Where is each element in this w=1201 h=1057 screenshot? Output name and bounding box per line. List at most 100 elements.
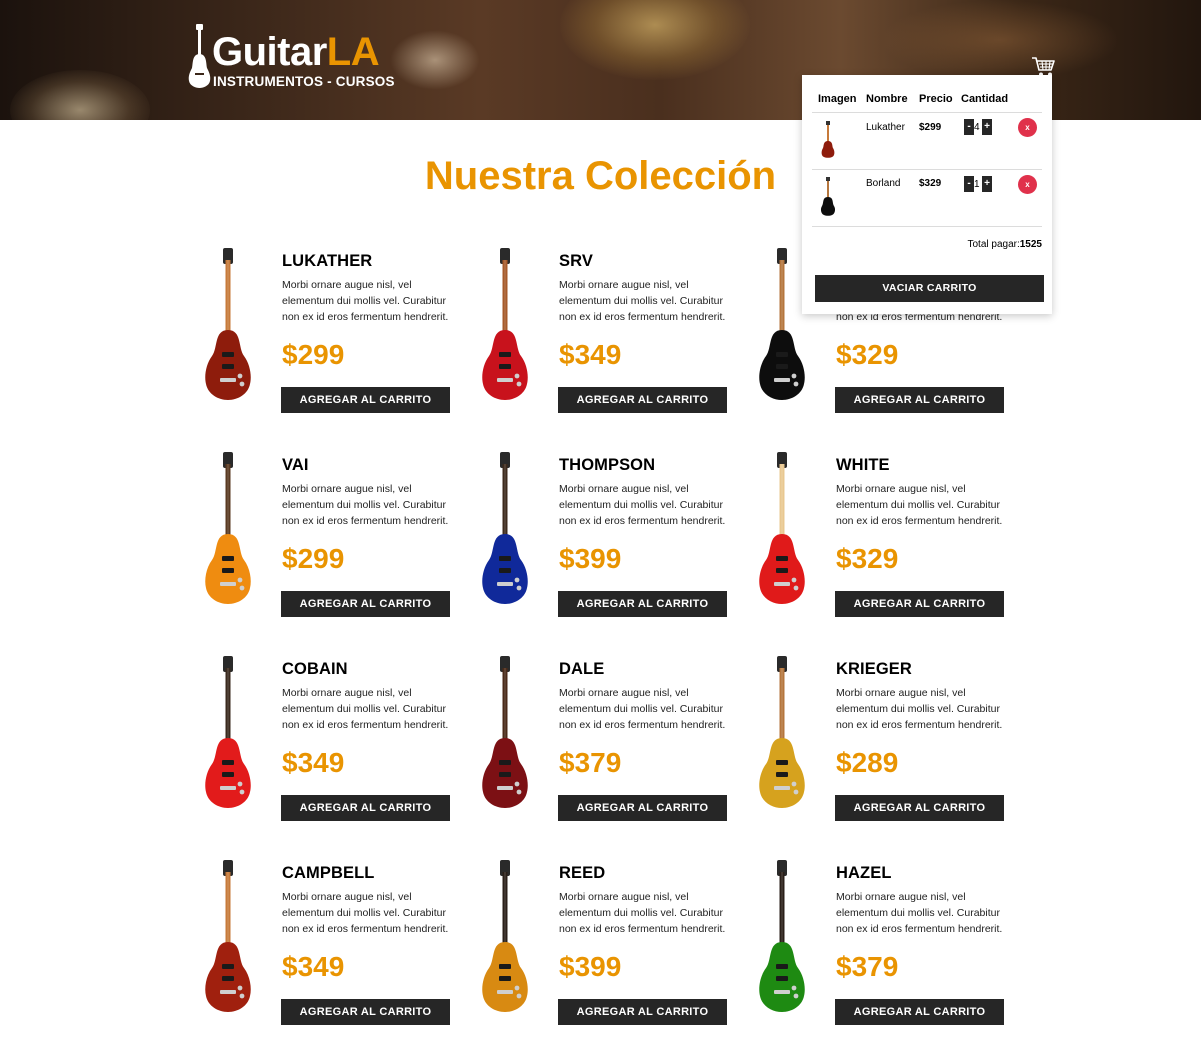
- add-to-cart-button[interactable]: AGREGAR AL CARRITO: [281, 999, 450, 1025]
- product-price: $329: [836, 543, 899, 574]
- product-name: COBAIN: [282, 660, 348, 678]
- product-card: CAMPBELL Morbi ornare augue nisl, vel ele…: [196, 860, 466, 1040]
- product-description: Morbi ornare augue nisl, vel elementum d…: [282, 483, 449, 527]
- product-card: VAI Morbi ornare augue nisl, vel elementu…: [196, 452, 466, 632]
- product-image: [482, 248, 528, 400]
- product-image: [482, 656, 528, 808]
- remove-item-button[interactable]: x: [1018, 175, 1037, 194]
- cart-header-image: Imagen: [818, 93, 857, 105]
- add-to-cart-button[interactable]: AGREGAR AL CARRITO: [558, 387, 727, 413]
- product-image: [205, 656, 251, 808]
- divider: [812, 226, 1042, 227]
- cart-item-price: $329: [919, 178, 942, 189]
- product-name: SRV: [559, 252, 593, 270]
- product-name: THOMPSON: [559, 456, 656, 474]
- product-description: Morbi ornare augue nisl, vel elementum d…: [836, 687, 1003, 731]
- cart-total: Total pagar:1525: [967, 239, 1042, 250]
- decrement-button[interactable]: -: [964, 176, 974, 192]
- product-description: Morbi ornare augue nisl, vel elementum d…: [282, 279, 449, 323]
- cart-header-price: Precio: [919, 93, 953, 105]
- cart-item-name: Lukather: [866, 122, 905, 133]
- add-to-cart-button[interactable]: AGREGAR AL CARRITO: [835, 387, 1004, 413]
- product-card: KRIEGER Morbi ornare augue nisl, vel elem…: [750, 656, 1020, 836]
- product-description: Morbi ornare augue nisl, vel elementum d…: [559, 687, 726, 731]
- product-card: HAZEL Morbi ornare augue nisl, vel elemen…: [750, 860, 1020, 1040]
- product-price: $299: [282, 339, 345, 370]
- product-image: [759, 860, 805, 1012]
- product-name: WHITE: [836, 456, 890, 474]
- product-description: Morbi ornare augue nisl, vel elementum d…: [559, 891, 726, 935]
- cart-item-image: [821, 121, 835, 158]
- product-description: Morbi ornare augue nisl, vel elementum d…: [282, 891, 449, 935]
- product-grid: LUKATHER Morbi ornare augue nisl, vel ele…: [196, 248, 1026, 1048]
- product-description: Morbi ornare augue nisl, vel elementum d…: [836, 891, 1003, 935]
- add-to-cart-button[interactable]: AGREGAR AL CARRITO: [835, 591, 1004, 617]
- product-price: $379: [559, 747, 622, 778]
- product-price: $329: [836, 339, 899, 370]
- logo-subtitle: INSTRUMENTOS - CURSOS: [213, 74, 395, 89]
- logo-text: GuitarLA: [212, 30, 380, 74]
- product-name: CAMPBELL: [282, 864, 375, 882]
- decrement-button[interactable]: -: [964, 119, 974, 135]
- cart-item-quantity: 4: [974, 122, 980, 133]
- product-name: DALE: [559, 660, 605, 678]
- product-card: LUKATHER Morbi ornare augue nisl, vel ele…: [196, 248, 466, 428]
- product-price: $349: [282, 747, 345, 778]
- header-background-glow: [880, 0, 1120, 80]
- add-to-cart-button[interactable]: AGREGAR AL CARRITO: [558, 999, 727, 1025]
- logo[interactable]: GuitarLA INSTRUMENTOS - CURSOS: [188, 24, 418, 90]
- add-to-cart-button[interactable]: AGREGAR AL CARRITO: [281, 795, 450, 821]
- product-image: [205, 248, 251, 400]
- cart-header-quantity: Cantidad: [961, 93, 1009, 105]
- add-to-cart-button[interactable]: AGREGAR AL CARRITO: [558, 795, 727, 821]
- cart-item-image: [820, 177, 836, 216]
- product-name: VAI: [282, 456, 309, 474]
- product-price: $289: [836, 747, 899, 778]
- product-price: $399: [559, 543, 622, 574]
- product-name: REED: [559, 864, 606, 882]
- add-to-cart-button[interactable]: AGREGAR AL CARRITO: [281, 387, 450, 413]
- cart-dropdown: Imagen Nombre Precio Cantidad Lukather $…: [802, 75, 1052, 314]
- divider: [812, 112, 1042, 113]
- product-name: KRIEGER: [836, 660, 912, 678]
- product-description: Morbi ornare augue nisl, vel elementum d…: [836, 483, 1003, 527]
- product-name: LUKATHER: [282, 252, 373, 270]
- add-to-cart-button[interactable]: AGREGAR AL CARRITO: [558, 591, 727, 617]
- add-to-cart-button[interactable]: AGREGAR AL CARRITO: [835, 795, 1004, 821]
- product-image: [759, 656, 805, 808]
- product-card: THOMPSON Morbi ornare augue nisl, vel ele…: [473, 452, 743, 632]
- product-card: SRV Morbi ornare augue nisl, vel elementu…: [473, 248, 743, 428]
- guitar-logo-icon: [188, 24, 211, 88]
- product-price: $349: [559, 339, 622, 370]
- product-image: [482, 452, 528, 604]
- cart-header-name: Nombre: [866, 93, 908, 105]
- product-image: [759, 452, 805, 604]
- product-card: WHITE Morbi ornare augue nisl, vel elemen…: [750, 452, 1020, 632]
- header-background-glow: [10, 70, 150, 120]
- cart-item-quantity: 1: [974, 179, 980, 190]
- empty-cart-button[interactable]: VACIAR CARRITO: [815, 275, 1044, 302]
- product-image: [205, 452, 251, 604]
- product-card: COBAIN Morbi ornare augue nisl, vel eleme…: [196, 656, 466, 836]
- increment-button[interactable]: +: [982, 176, 992, 192]
- remove-item-button[interactable]: x: [1018, 118, 1037, 137]
- header-background-glow: [560, 0, 750, 80]
- product-image: [205, 860, 251, 1012]
- product-price: $349: [282, 951, 345, 982]
- product-card: REED Morbi ornare augue nisl, vel element…: [473, 860, 743, 1040]
- product-description: Morbi ornare augue nisl, vel elementum d…: [282, 687, 449, 731]
- product-card: DALE Morbi ornare augue nisl, vel element…: [473, 656, 743, 836]
- add-to-cart-button[interactable]: AGREGAR AL CARRITO: [281, 591, 450, 617]
- product-description: Morbi ornare augue nisl, vel elementum d…: [559, 279, 726, 323]
- product-price: $299: [282, 543, 345, 574]
- product-price: $379: [836, 951, 899, 982]
- product-image: [482, 860, 528, 1012]
- increment-button[interactable]: +: [982, 119, 992, 135]
- product-description: Morbi ornare augue nisl, vel elementum d…: [559, 483, 726, 527]
- divider: [812, 169, 1042, 170]
- product-price: $399: [559, 951, 622, 982]
- product-name: HAZEL: [836, 864, 892, 882]
- cart-item-name: Borland: [866, 178, 901, 189]
- add-to-cart-button[interactable]: AGREGAR AL CARRITO: [835, 999, 1004, 1025]
- cart-item-price: $299: [919, 122, 942, 133]
